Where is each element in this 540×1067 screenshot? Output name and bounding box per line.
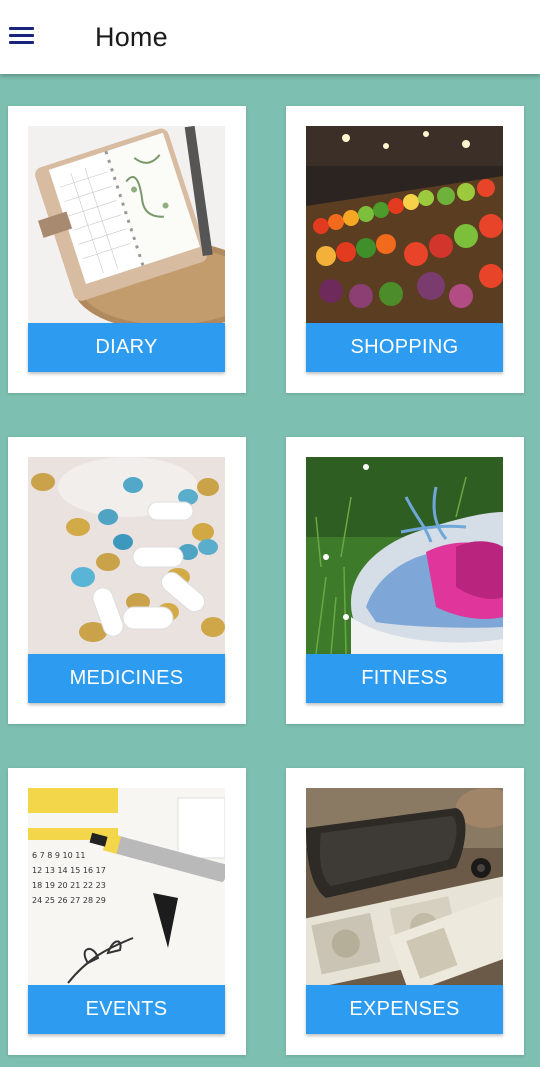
- card-fitness[interactable]: FITNESS: [286, 437, 524, 724]
- diary-image: [28, 126, 225, 323]
- medicines-image: [28, 457, 225, 654]
- expenses-image: [306, 788, 503, 985]
- card-shopping[interactable]: SHOPPING: [286, 106, 524, 393]
- card-diary[interactable]: DIARY: [8, 106, 246, 393]
- shopping-image: [306, 126, 503, 323]
- hamburger-menu-icon[interactable]: [8, 25, 36, 49]
- fitness-button[interactable]: FITNESS: [306, 654, 503, 703]
- svg-text:12 13 14 15 16 17: 12 13 14 15 16 17: [32, 866, 106, 875]
- diary-button[interactable]: DIARY: [28, 323, 225, 372]
- card-medicines[interactable]: MEDICINES: [8, 437, 246, 724]
- app-bar: Home: [0, 0, 540, 74]
- page-title: Home: [95, 22, 168, 52]
- shopping-button[interactable]: SHOPPING: [306, 323, 503, 372]
- fitness-image: [306, 457, 503, 654]
- events-image: 6 7 8 9 10 11 12 13 14 15 16 17 18 19 20…: [28, 788, 225, 985]
- medicines-button[interactable]: MEDICINES: [28, 654, 225, 703]
- card-events[interactable]: 6 7 8 9 10 11 12 13 14 15 16 17 18 19 20…: [8, 768, 246, 1055]
- card-expenses[interactable]: EXPENSES: [286, 768, 524, 1055]
- events-button[interactable]: EVENTS: [28, 985, 225, 1034]
- svg-text:18 19 20 21 22 23: 18 19 20 21 22 23: [32, 881, 106, 890]
- expenses-button[interactable]: EXPENSES: [306, 985, 503, 1034]
- svg-text:24 25 26 27 28 29: 24 25 26 27 28 29: [32, 896, 106, 905]
- svg-text:6 7 8 9 10 11: 6 7 8 9 10 11: [32, 851, 85, 860]
